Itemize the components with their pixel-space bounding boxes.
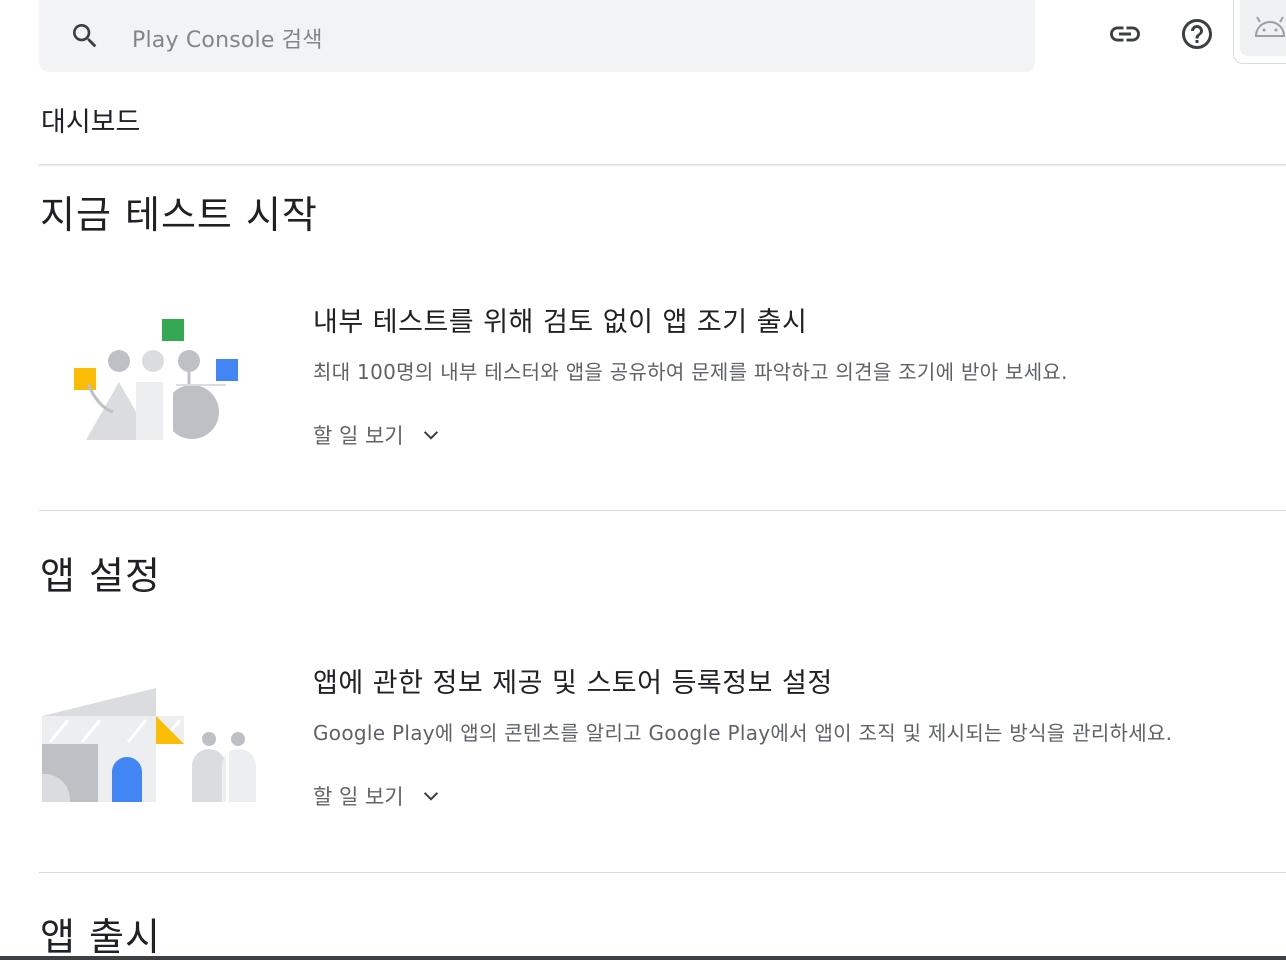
section-title-app-release: 앱 출시 — [40, 915, 161, 959]
circle-shape — [165, 385, 219, 439]
chevron-down-icon — [423, 792, 438, 801]
chevron-down-icon — [423, 431, 438, 440]
search-bar[interactable]: Play Console 검색 — [39, 0, 1035, 72]
yellow-square — [74, 368, 96, 390]
card-title-internal-testing: 내부 테스트를 위해 검토 없이 앱 조기 출시 — [313, 307, 808, 338]
card-title-store-listing: 앱에 관한 정보 제공 및 스토어 등록정보 설정 — [313, 668, 833, 699]
search-icon[interactable] — [69, 20, 101, 52]
store-listing-illustration — [42, 688, 256, 802]
view-tasks-label: 할 일 보기 — [313, 424, 404, 448]
link-icon[interactable] — [1105, 14, 1145, 54]
blue-square — [216, 359, 238, 381]
help-icon[interactable] — [1177, 14, 1217, 54]
app-avatar[interactable] — [1233, 0, 1286, 64]
card-description-internal-testing: 최대 100명의 내부 테스터와 앱을 공유하여 문제를 파악하고 의견을 조기… — [313, 360, 1068, 384]
view-tasks-button[interactable]: 할 일 보기 — [313, 781, 442, 811]
green-square — [162, 319, 184, 341]
person-head — [178, 350, 200, 372]
section-title-testing: 지금 테스트 시작 — [40, 193, 318, 237]
header-divider — [39, 164, 1286, 167]
window-bottom-edge — [0, 956, 1286, 960]
view-tasks-button[interactable]: 할 일 보기 — [313, 420, 442, 450]
person-head — [142, 350, 164, 372]
person-head — [108, 350, 130, 372]
internal-testing-illustration — [74, 319, 238, 440]
card-description-store-listing: Google Play에 앱의 콘텐츠를 알리고 Google Play에서 앱… — [313, 721, 1173, 745]
page-title: 대시보드 — [41, 107, 141, 138]
blue-door — [112, 757, 142, 802]
section-title-app-setup: 앱 설정 — [40, 554, 161, 598]
view-tasks-label: 할 일 보기 — [313, 785, 404, 809]
section-divider — [39, 872, 1286, 873]
search-input[interactable]: Play Console 검색 — [132, 22, 323, 54]
page-header: 대시보드 — [0, 72, 1286, 167]
android-icon — [1240, 0, 1286, 56]
section-divider — [39, 510, 1286, 511]
